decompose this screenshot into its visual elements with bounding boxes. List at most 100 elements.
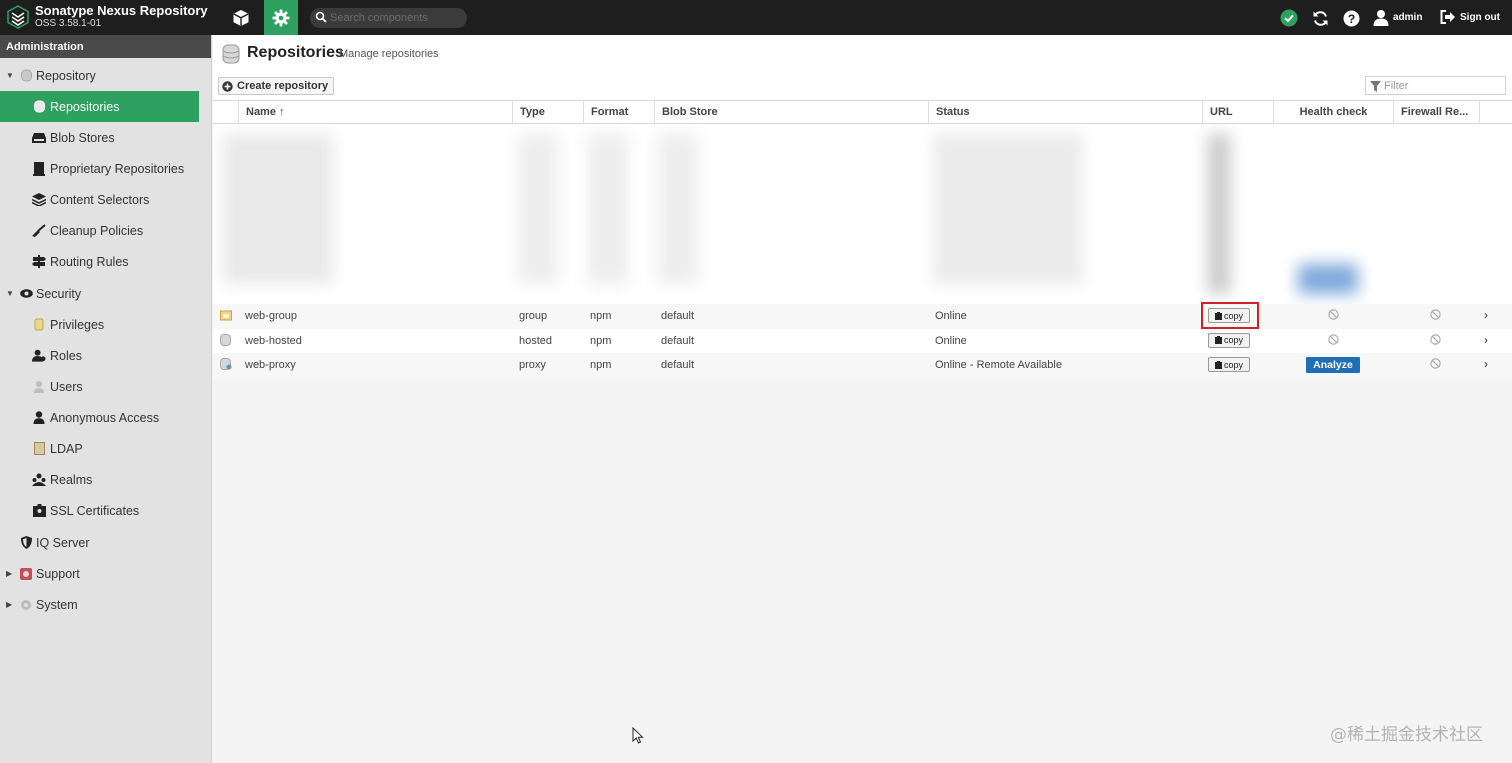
sidebar-item-label: Blob Stores (50, 130, 115, 145)
repo-blob-store: default (661, 334, 695, 347)
sidebar-item-iq-server[interactable]: IQ Server (0, 527, 212, 558)
sidebar-item-roles[interactable]: Roles (0, 340, 212, 371)
copy-label: copy (1223, 335, 1243, 345)
brand: Sonatype Nexus Repository OSS 3.58.1-01 (35, 4, 208, 30)
repo-blob-store: default (661, 310, 695, 322)
sonatype-logo-icon (7, 5, 29, 29)
column-header-url[interactable]: URL (1202, 101, 1273, 124)
expand-arrow-icon[interactable]: ▼ (6, 71, 14, 80)
table-row[interactable]: web-hosted hosted npm default Online cop… (213, 328, 1512, 353)
sidebar-item-label: Repositories (50, 99, 120, 114)
copy-url-button[interactable]: copy (1208, 308, 1250, 323)
check-circle-icon (1280, 9, 1298, 27)
copy-url-button[interactable]: copy (1208, 332, 1250, 348)
sidebar-item-anonymous-access[interactable]: Anonymous Access (0, 402, 212, 433)
grid-header: Name ↑ Type Format Blob Store Status URL… (213, 100, 1512, 124)
collapse-arrow-icon[interactable]: ▶ (6, 569, 12, 578)
user-menu[interactable]: admin (1373, 7, 1422, 27)
svg-text:?: ? (1347, 12, 1354, 26)
sidebar-item-realms[interactable]: Realms (0, 464, 212, 495)
search-box[interactable] (310, 8, 467, 28)
group-repo-icon (220, 309, 232, 324)
sidebar-item-security[interactable]: ▼ Security (0, 278, 212, 309)
sidebar-item-label: Content Selectors (50, 192, 150, 207)
column-header-format[interactable]: Format (583, 101, 654, 124)
column-header-health-check[interactable]: Health check (1273, 101, 1393, 124)
sidebar-item-label: Users (50, 379, 83, 394)
search-input[interactable] (330, 10, 460, 26)
sidebar-item-support[interactable]: ▶ Support (0, 558, 212, 589)
column-header-firewall[interactable]: Firewall Re... (1393, 101, 1479, 124)
realms-icon (32, 473, 46, 487)
sidebar-item-users[interactable]: Users (0, 371, 212, 402)
refresh-button[interactable] (1310, 8, 1330, 28)
repositories-grid: Name ↑ Type Format Blob Store Status URL… (213, 100, 1512, 378)
sidebar-item-routing-rules[interactable]: Routing Rules (0, 246, 212, 277)
cube-icon (232, 9, 249, 26)
system-status-button[interactable] (1279, 8, 1299, 28)
copy-label: copy (1223, 310, 1243, 321)
sidebar-item-cleanup-policies[interactable]: Cleanup Policies (0, 215, 212, 246)
shield-icon (19, 536, 33, 550)
toolbar: Create repository (213, 71, 1512, 100)
hdd-icon (32, 131, 46, 145)
sidebar: Administration ▼ Repository Repositories… (0, 35, 212, 763)
filter-input[interactable] (1384, 79, 1502, 93)
column-header-type[interactable]: Type (512, 101, 583, 124)
create-repository-label: Create repository (237, 80, 329, 92)
users-icon (32, 380, 46, 394)
refresh-icon (1313, 10, 1327, 26)
eye-icon (19, 287, 33, 301)
collapse-arrow-icon[interactable]: ▶ (6, 600, 12, 609)
page-title: Repositories (247, 44, 344, 61)
user-icon (32, 411, 46, 425)
sidebar-item-ldap[interactable]: LDAP (0, 433, 212, 464)
column-header-blob-store[interactable]: Blob Store (654, 101, 928, 124)
clipboard-icon (1214, 311, 1222, 320)
repo-format: npm (590, 310, 612, 322)
chevron-right-icon[interactable]: › (1484, 357, 1488, 371)
book-icon (32, 161, 46, 176)
sidebar-item-blob-stores[interactable]: Blob Stores (0, 122, 212, 153)
sidebar-item-repositories[interactable]: Repositories (0, 91, 199, 122)
chevron-right-icon[interactable]: › (1484, 333, 1488, 347)
create-repository-button[interactable]: Create repository (218, 77, 335, 95)
copy-url-button[interactable]: copy (1208, 357, 1250, 372)
table-row[interactable]: web-group group npm default Online copy … (213, 302, 1512, 329)
column-header-status[interactable]: Status (928, 101, 1202, 124)
repo-blob-store: default (661, 359, 695, 371)
column-header-name[interactable]: Name ↑ (238, 101, 512, 124)
ldap-book-icon (32, 442, 46, 456)
search-icon (315, 11, 327, 23)
expand-arrow-icon[interactable]: ▼ (6, 289, 14, 298)
table-row[interactable]: web-proxy proxy npm default Online - Rem… (213, 353, 1512, 378)
sidebar-item-proprietary-repositories[interactable]: Proprietary Repositories (0, 153, 212, 184)
sidebar-item-label: Realms (50, 472, 93, 487)
sidebar-item-content-selectors[interactable]: Content Selectors (0, 184, 212, 215)
sidebar-item-system[interactable]: ▶ System (0, 589, 212, 620)
sidebar-item-privileges[interactable]: Privileges (0, 309, 212, 340)
sidebar-item-repository[interactable]: ▼ Repository (0, 60, 212, 91)
analyze-button[interactable]: Analyze (1306, 357, 1360, 373)
sidebar-item-label: Proprietary Repositories (50, 161, 185, 176)
certificate-icon (32, 504, 46, 518)
app-version: OSS 3.58.1-01 (35, 18, 102, 29)
admin-mode-button[interactable] (264, 0, 298, 35)
sidebar-item-label: Roles (50, 348, 82, 363)
sidebar-item-label: SSL Certificates (50, 503, 140, 518)
sidebar-item-ssl-certificates[interactable]: SSL Certificates (0, 495, 212, 526)
blurred-rows (213, 124, 1512, 304)
filter-box[interactable] (1365, 76, 1506, 95)
sign-out-button[interactable]: Sign out (1440, 7, 1500, 27)
sidebar-item-label: Anonymous Access (50, 410, 160, 425)
signpost-icon (32, 255, 46, 269)
username: admin (1393, 11, 1423, 23)
not-available-icon (1430, 358, 1441, 372)
not-available-icon (1328, 333, 1339, 348)
hosted-repo-icon (220, 333, 231, 349)
not-available-icon (1430, 333, 1441, 348)
help-button[interactable]: ? (1341, 8, 1361, 28)
browse-mode-button[interactable] (218, 0, 263, 35)
chevron-right-icon[interactable]: › (1484, 308, 1488, 322)
repo-name: web-hosted (245, 334, 302, 347)
